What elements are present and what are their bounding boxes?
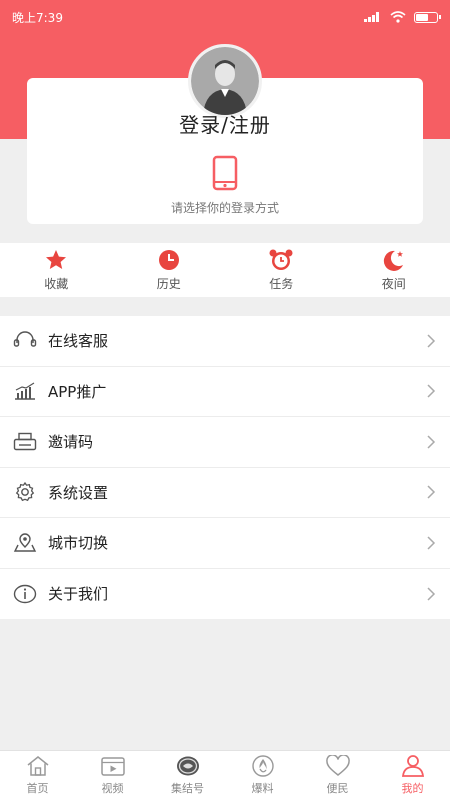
chevron-right-icon [427,536,436,550]
quick-actions: 收藏 历史 任务 夜间 [0,243,450,297]
menu-label: 在线客服 [48,332,109,351]
headset-icon [13,331,37,347]
clock-icon [158,249,179,270]
alarm-icon [269,249,293,270]
menu-item-online-service[interactable]: 在线客服 [0,316,450,367]
tab-home[interactable]: 首页 [0,751,75,800]
status-icons [364,11,441,23]
menu-label: 关于我们 [48,585,109,604]
quick-action-label: 夜间 [381,276,406,291]
star-icon [46,249,67,269]
avatar[interactable] [188,44,262,118]
tab-label: 爆料 [251,782,274,795]
location-icon [13,533,37,552]
fire-icon [251,755,274,777]
tab-services[interactable]: 便民 [300,751,375,800]
chart-icon [15,382,35,400]
info-icon [13,584,37,603]
menu-item-about-us[interactable]: 关于我们 [0,569,450,620]
tab-label: 便民 [326,782,349,795]
user-icon [401,755,424,777]
chevron-right-icon [427,587,436,601]
quick-action-night-mode[interactable]: 夜间 [338,243,450,297]
gear-icon [15,482,35,502]
quick-action-label: 历史 [156,276,181,291]
video-icon [100,757,125,776]
quick-action-tasks[interactable]: 任务 [225,243,338,297]
menu-label: 城市切换 [48,534,109,553]
moon-icon [383,250,403,271]
quick-action-label: 任务 [269,276,294,291]
signal-icon [364,12,382,22]
status-bar: 晚上7:39 [0,0,450,34]
battery-icon [414,11,441,23]
menu-item-city-switch[interactable]: 城市切换 [0,518,450,569]
chevron-right-icon [427,435,436,449]
phone-login-icon[interactable] [212,155,238,191]
tab-gathering[interactable]: 集结号 [150,751,225,800]
tab-label: 首页 [26,782,49,795]
menu-label: 邀请码 [48,433,94,452]
status-time: 晚上7:39 [12,10,63,25]
settings-menu: 在线客服 APP推广 邀请码 系统设置 城市切换 关于我们 [0,316,450,619]
wifi-icon [390,11,406,23]
chevron-right-icon [427,384,436,398]
menu-item-system-settings[interactable]: 系统设置 [0,468,450,518]
quick-action-history[interactable]: 历史 [113,243,226,297]
quick-action-favorites[interactable]: 收藏 [0,243,113,297]
tab-label: 我的 [401,782,424,795]
tab-mine[interactable]: 我的 [375,751,450,800]
bottom-tab-bar: 首页 视频 集结号 爆料 便民 我的 [0,750,450,800]
menu-item-invite-code[interactable]: 邀请码 [0,417,450,468]
tab-reports[interactable]: 爆料 [225,751,300,800]
login-register-title[interactable]: 登录/注册 [0,109,450,138]
quick-action-label: 收藏 [44,276,69,291]
menu-item-app-promotion[interactable]: APP推广 [0,367,450,417]
tab-label: 视频 [101,782,124,795]
avatar-placeholder-icon [191,47,259,115]
menu-label: 系统设置 [48,483,109,502]
tab-label: 集结号 [171,782,204,795]
chevron-right-icon [427,334,436,348]
menu-label: APP推广 [48,382,107,401]
chevron-right-icon [427,485,436,499]
printer-icon [13,432,37,450]
home-icon [27,756,48,776]
tab-video[interactable]: 视频 [75,751,150,800]
badge-icon [176,756,199,776]
heart-icon [325,755,350,776]
login-hint: 请选择你的登录方式 [170,201,279,215]
